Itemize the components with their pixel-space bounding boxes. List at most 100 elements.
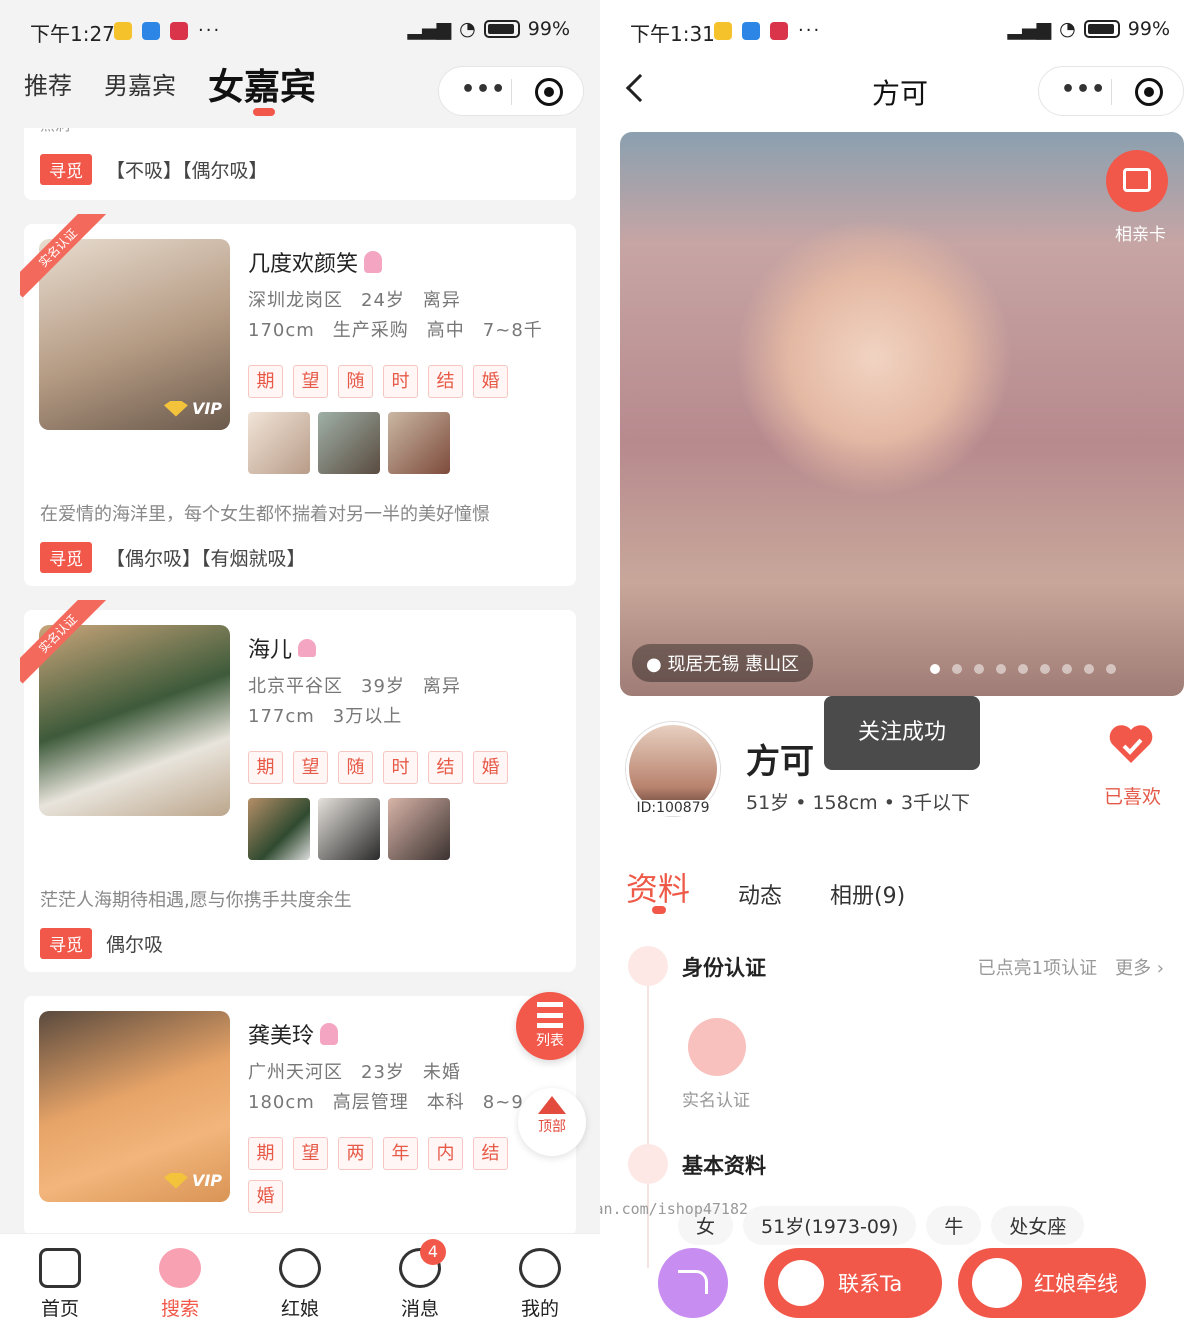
meituan-icon bbox=[114, 21, 132, 40]
match-card-icon[interactable] bbox=[1106, 150, 1168, 212]
seek-tag: 寻觅 bbox=[40, 154, 92, 185]
home-icon bbox=[39, 1248, 81, 1288]
seek-text: 【不吸】【偶尔吸】 bbox=[106, 160, 268, 182]
profile-tabs: 资料 动态 相册(9) bbox=[626, 864, 905, 910]
user-icon bbox=[628, 1144, 668, 1184]
identity-verification-title: 身份认证 bbox=[682, 956, 766, 980]
profile-name: 方可 bbox=[746, 742, 814, 782]
diamond-icon bbox=[163, 1172, 188, 1189]
seek-tag: 寻觅 bbox=[40, 928, 92, 959]
seek-tag: 寻觅 bbox=[40, 542, 92, 573]
member-info-line1: 深圳龙岗区 24岁 离异 bbox=[248, 290, 461, 311]
thumbnail[interactable] bbox=[248, 412, 310, 474]
thumbnail[interactable] bbox=[318, 412, 380, 474]
tab-active-indicator bbox=[253, 108, 275, 116]
miniapp-capsule: ••• bbox=[438, 66, 584, 116]
back-to-top-button[interactable]: 顶部 bbox=[518, 1088, 586, 1156]
more-dots-icon: ··· bbox=[798, 20, 822, 41]
heart-icon[interactable] bbox=[1108, 724, 1154, 764]
tab-recommend[interactable]: 推荐 bbox=[24, 66, 72, 101]
seek-text: 【偶尔吸】【有烟就吸】 bbox=[106, 548, 306, 570]
member-card[interactable]: VIP 实名认证 几度欢颜笑 深圳龙岗区 24岁 离异 170cm 生产采购 高中 7~8… bbox=[20, 214, 576, 586]
tab-profile-info[interactable]: 资料 bbox=[626, 864, 690, 910]
thumbnail[interactable] bbox=[318, 798, 380, 860]
tab-album[interactable]: 相册(9) bbox=[830, 878, 905, 910]
more-dots-icon: ··· bbox=[198, 20, 222, 41]
close-miniapp-icon[interactable] bbox=[1135, 78, 1163, 106]
list-view-button[interactable]: 列表 bbox=[516, 992, 584, 1060]
shield-icon bbox=[628, 946, 668, 986]
member-info-line2: 180cm 高层管理 本科 8~9 bbox=[248, 1092, 524, 1113]
status-time: 下午1:31 bbox=[630, 22, 715, 46]
location-pin-icon: ● bbox=[646, 654, 668, 675]
nav-home[interactable]: 首页 bbox=[20, 1248, 100, 1321]
status-app-icons: ··· bbox=[714, 20, 821, 41]
wifi-icon: ◔ bbox=[459, 18, 476, 40]
tag-constellation: 处女座 bbox=[991, 1206, 1085, 1245]
tag-zodiac: 牛 bbox=[926, 1206, 982, 1245]
photo-pager bbox=[930, 664, 1116, 674]
member-info-line1: 北京平谷区 39岁 离异 bbox=[248, 676, 461, 697]
photo-thumbnails bbox=[248, 798, 450, 860]
close-miniapp-icon[interactable] bbox=[535, 78, 563, 106]
list-label: 列表 bbox=[536, 1033, 564, 1049]
left-screen: 熬洞 寻觅 【不吸】【偶尔吸】 下午1:27 ··· ▂▄▆ ◔ 99% 推荐 … bbox=[0, 0, 600, 1333]
meituan-icon bbox=[714, 21, 732, 40]
wifi-icon: ◔ bbox=[1059, 18, 1076, 40]
battery-icon bbox=[483, 20, 520, 38]
more-icon[interactable]: ••• bbox=[1061, 77, 1106, 102]
marriage-expectation: 期望两年内结婚 bbox=[248, 1137, 548, 1213]
app-icon bbox=[770, 21, 788, 40]
thumbnail[interactable] bbox=[388, 412, 450, 474]
nav-search[interactable]: 搜索 bbox=[140, 1248, 220, 1321]
marriage-expectation: 期望随时结婚 bbox=[248, 751, 548, 784]
member-photo[interactable]: VIP bbox=[39, 1011, 230, 1202]
watermark: https://www.huzhan.com/ishop47182 bbox=[600, 1200, 749, 1218]
status-app-icons: ··· bbox=[114, 20, 221, 41]
verification-summary[interactable]: 已点亮1项认证 更多 › bbox=[978, 954, 1164, 980]
more-icon[interactable]: ••• bbox=[461, 77, 506, 102]
list-icon bbox=[537, 1002, 563, 1028]
status-bar: 下午1:31 ··· ▂▄▆ ◔ 99% bbox=[600, 16, 1200, 46]
battery-text: 99% bbox=[1127, 18, 1170, 40]
matchmaker-button[interactable]: 红娘牵线 bbox=[958, 1248, 1146, 1318]
seek-text: 偶尔吸 bbox=[106, 934, 164, 956]
id-card-icon[interactable] bbox=[688, 1018, 746, 1076]
member-info-line1: 广州天河区 23岁 未婚 bbox=[248, 1062, 461, 1083]
vip-badge: VIP bbox=[163, 1171, 222, 1190]
status-bar: 下午1:27 ··· ▂▄▆ ◔ 99% bbox=[0, 16, 600, 46]
tag-age: 51岁(1973-09) bbox=[743, 1206, 917, 1245]
contact-button[interactable]: 联系Ta bbox=[764, 1248, 942, 1318]
member-info-line2: 170cm 生产采购 高中 7~8千 bbox=[248, 320, 543, 341]
thumbnail[interactable] bbox=[248, 798, 310, 860]
profile-hero-photo[interactable]: 相亲卡 ● 现居无锡 惠山区 bbox=[620, 132, 1184, 696]
thumbnail[interactable] bbox=[388, 798, 450, 860]
liked-label: 已喜欢 bbox=[1104, 786, 1162, 808]
verified-ribbon: 实名认证 bbox=[20, 600, 110, 690]
bottom-navigation: 首页 搜索 红娘 4 消息 我的 bbox=[0, 1233, 600, 1333]
chat-icon bbox=[778, 1260, 824, 1306]
tab-female-guests[interactable]: 女嘉宾 bbox=[208, 58, 316, 110]
marriage-expectation: 期望随时结婚 bbox=[248, 365, 548, 398]
vip-badge: VIP bbox=[163, 399, 222, 418]
message-icon: 4 bbox=[399, 1239, 446, 1288]
headset-icon bbox=[279, 1248, 321, 1288]
seek-row: 寻觅 【不吸】【偶尔吸】 bbox=[40, 154, 268, 185]
matchmaker-avatar-icon bbox=[972, 1258, 1022, 1308]
tab-male-guests[interactable]: 男嘉宾 bbox=[104, 66, 176, 101]
search-icon bbox=[159, 1248, 201, 1288]
tab-moments[interactable]: 动态 bbox=[738, 878, 782, 910]
share-button[interactable] bbox=[658, 1248, 728, 1318]
member-bio: 在爱情的海洋里，每个女生都怀揣着对另一半的美好憧憬 bbox=[40, 504, 490, 525]
top-label: 顶部 bbox=[538, 1119, 566, 1135]
member-card[interactable]: VIP 龚美玲 广州天河区 23岁 未婚 180cm 高层管理 本科 8~9 期望两年内结… bbox=[24, 996, 576, 1236]
app-icon bbox=[170, 21, 188, 40]
member-card[interactable]: 实名认证 海儿 北京平谷区 39岁 离异 177cm 3万以上 期望随时结婚 茫茫人海… bbox=[20, 600, 576, 972]
basic-info-title: 基本资料 bbox=[682, 1154, 766, 1178]
nav-profile[interactable]: 我的 bbox=[500, 1248, 580, 1321]
nav-messages[interactable]: 4 消息 bbox=[380, 1239, 460, 1321]
nav-matchmaker[interactable]: 红娘 bbox=[260, 1248, 340, 1321]
status-right: ▂▄▆ ◔ 99% bbox=[407, 18, 570, 40]
section-timeline bbox=[647, 968, 649, 1268]
miniapp-capsule: ••• bbox=[1038, 66, 1184, 116]
